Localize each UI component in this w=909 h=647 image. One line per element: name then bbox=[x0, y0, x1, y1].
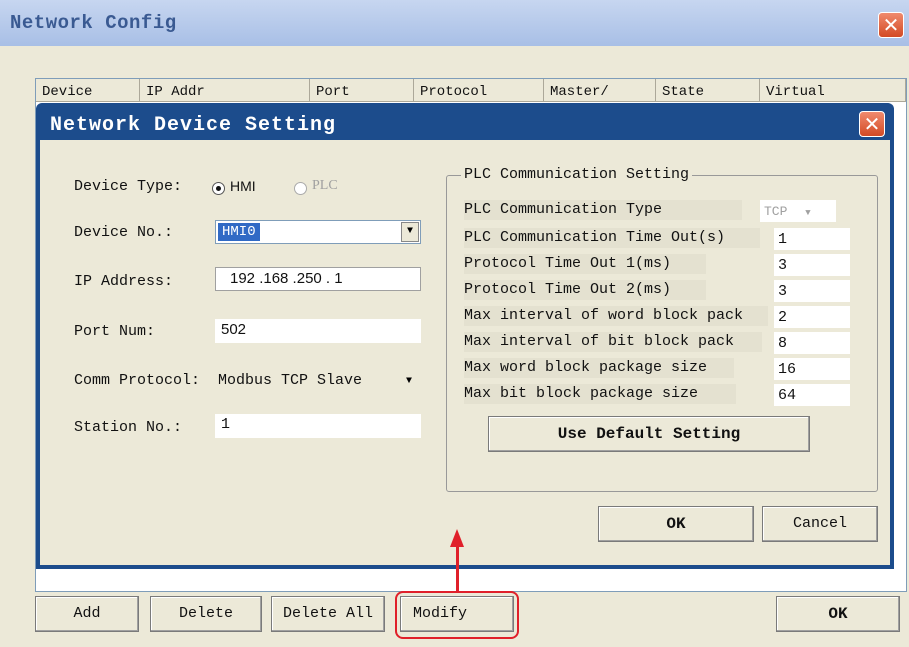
max-word-size-label: Max word block package size bbox=[464, 358, 734, 378]
plc-comm-type-select[interactable]: TCP ▼ bbox=[760, 200, 836, 222]
arrow-up-icon bbox=[450, 529, 464, 547]
max-bit-size-field[interactable]: 64 bbox=[774, 384, 850, 406]
port-num-label: Port Num: bbox=[74, 323, 156, 340]
chevron-down-icon[interactable]: ▼ bbox=[401, 222, 419, 242]
station-no-label: Station No.: bbox=[74, 419, 183, 436]
comm-protocol-label: Comm Protocol: bbox=[74, 372, 201, 389]
device-no-value: HMI0 bbox=[218, 223, 260, 241]
network-device-setting-dialog: Network Device Setting ✕ Device Type: HM… bbox=[36, 103, 894, 569]
radio-plc[interactable] bbox=[294, 182, 307, 195]
protocol-timeout-2-field[interactable]: 3 bbox=[774, 280, 850, 302]
chevron-down-icon[interactable]: ▼ bbox=[406, 376, 412, 387]
max-bit-size-label: Max bit block package size bbox=[464, 384, 736, 404]
max-word-interval-field[interactable]: 2 bbox=[774, 306, 850, 328]
station-no-field[interactable]: 1 bbox=[215, 414, 421, 438]
dialog-cancel-button[interactable]: Cancel bbox=[762, 506, 878, 542]
max-bit-interval-field[interactable]: 8 bbox=[774, 332, 850, 354]
ip-address-field[interactable]: 192 .168 .250 . 1 bbox=[215, 267, 421, 291]
column-protocol[interactable]: Protocol bbox=[414, 79, 544, 101]
max-bit-interval-label: Max interval of bit block pack bbox=[464, 332, 762, 352]
max-word-size-field[interactable]: 16 bbox=[774, 358, 850, 380]
radio-hmi-label: HMI bbox=[230, 178, 256, 194]
dialog-body: Device Type: HMI PLC Device No.: HMI0 ▼ … bbox=[40, 140, 890, 565]
plc-comm-type-label: PLC Communication Type bbox=[464, 200, 742, 220]
protocol-timeout-1-label: Protocol Time Out 1(ms) bbox=[464, 254, 706, 274]
close-icon[interactable]: ✕ bbox=[878, 12, 904, 38]
delete-all-button[interactable]: Delete All bbox=[271, 596, 385, 632]
column-master[interactable]: Master/ bbox=[544, 79, 656, 101]
column-port[interactable]: Port bbox=[310, 79, 414, 101]
plc-timeout-field[interactable]: 1 bbox=[774, 228, 850, 250]
delete-button[interactable]: Delete bbox=[150, 596, 262, 632]
close-icon[interactable]: ✕ bbox=[859, 111, 885, 137]
protocol-timeout-1-field[interactable]: 3 bbox=[774, 254, 850, 276]
plc-communication-group: PLC Communication Setting PLC Communicat… bbox=[446, 166, 878, 492]
max-word-interval-label: Max interval of word block pack bbox=[464, 306, 768, 326]
group-caption: PLC Communication Setting bbox=[461, 166, 693, 183]
dialog-title: Network Device Setting bbox=[50, 114, 337, 137]
comm-protocol-select[interactable]: Modbus TCP Slave bbox=[218, 372, 362, 389]
device-no-select[interactable]: HMI0 ▼ bbox=[215, 220, 421, 244]
modify-highlight-frame bbox=[395, 591, 519, 639]
chevron-down-icon: ▼ bbox=[805, 208, 811, 218]
ip-address-label: IP Address: bbox=[74, 273, 174, 290]
column-device[interactable]: Device bbox=[36, 79, 140, 101]
ok-button[interactable]: OK bbox=[776, 596, 900, 632]
annotation-arrow-shaft bbox=[456, 545, 459, 592]
column-virtual[interactable]: Virtual bbox=[760, 79, 906, 101]
window-title: Network Config bbox=[10, 12, 177, 34]
window-titlebar: Network Config ✕ bbox=[0, 0, 909, 46]
radio-hmi[interactable] bbox=[212, 182, 225, 195]
column-ip-addr[interactable]: IP Addr bbox=[140, 79, 310, 101]
device-no-label: Device No.: bbox=[74, 224, 174, 241]
table-header: Device IP Addr Port Protocol Master/ Sta… bbox=[36, 79, 906, 102]
network-config-window: Network Config ✕ Device IP Addr Port Pro… bbox=[0, 0, 909, 647]
device-type-label: Device Type: bbox=[74, 178, 183, 195]
use-default-setting-button[interactable]: Use Default Setting bbox=[488, 416, 810, 452]
plc-comm-type-value: TCP bbox=[764, 204, 788, 219]
column-state[interactable]: State bbox=[656, 79, 760, 101]
plc-timeout-label: PLC Communication Time Out(s) bbox=[464, 228, 760, 248]
protocol-timeout-2-label: Protocol Time Out 2(ms) bbox=[464, 280, 706, 300]
dialog-ok-button[interactable]: OK bbox=[598, 506, 754, 542]
add-button[interactable]: Add bbox=[35, 596, 139, 632]
radio-plc-label: PLC bbox=[312, 178, 338, 193]
port-num-field[interactable]: 502 bbox=[215, 319, 421, 343]
